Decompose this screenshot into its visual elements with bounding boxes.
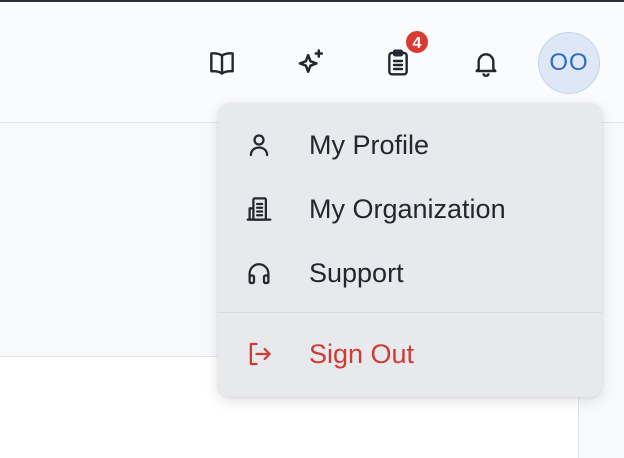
tasks-count-badge: 4 [404,29,430,55]
menu-item-label: My Profile [309,129,430,160]
menu-divider [218,312,602,313]
headphones-icon [244,258,274,288]
menu-item-label: My Organization [309,193,506,224]
user-icon [244,130,274,160]
menu-item-my-organization[interactable]: My Organization [218,179,602,239]
bell-icon[interactable] [466,43,506,83]
user-menu-dropdown: My Profile My Organization Support Sign … [218,103,602,397]
book-open-icon[interactable] [202,43,242,83]
user-avatar[interactable]: OO [538,32,600,94]
sparkles-icon[interactable] [291,43,331,83]
building-icon [244,194,274,224]
menu-item-sign-out[interactable]: Sign Out [218,324,602,384]
menu-item-my-profile[interactable]: My Profile [218,115,602,175]
menu-item-support[interactable]: Support [218,243,602,303]
sign-out-icon [244,339,274,369]
app-page: 4 OO My Profile My Organization Support … [0,0,624,458]
menu-item-label: Sign Out [309,338,415,369]
menu-item-label: Support [309,257,404,288]
